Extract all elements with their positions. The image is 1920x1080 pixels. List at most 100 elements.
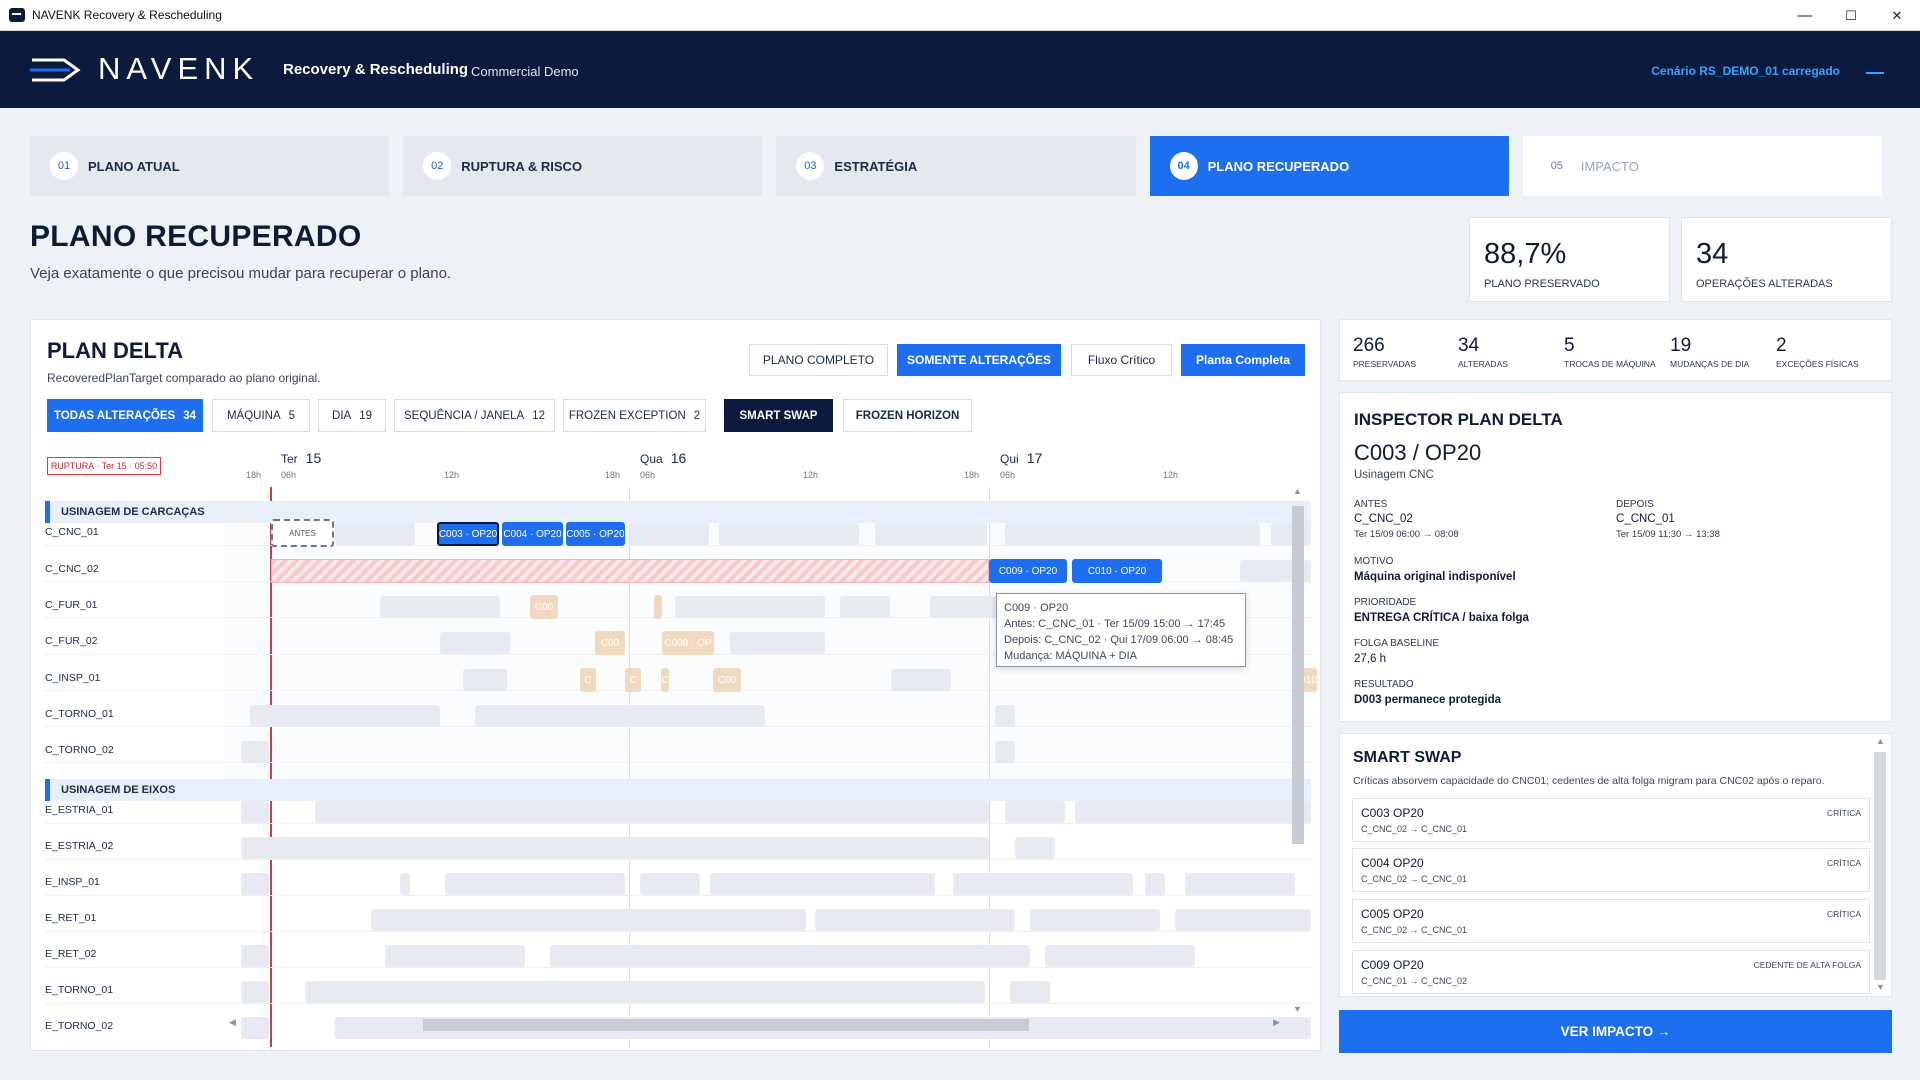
step-plano-atual[interactable]: 01 PLANO ATUAL	[30, 136, 390, 196]
operation-changed[interactable]: C	[625, 668, 641, 692]
step-plano-recuperado[interactable]: 04 PLANO RECUPERADO	[1149, 136, 1509, 196]
machine-unavailable-zone	[271, 559, 989, 583]
unchanged-operation	[1075, 801, 1311, 823]
filter-frozen-exception[interactable]: FROZEN EXCEPTION 2	[563, 399, 706, 432]
maximize-button[interactable]: ☐	[1828, 0, 1874, 31]
swap-item[interactable]: C009 OP20 C_CNC_01 → C_CNC_02 CEDENTE DE…	[1352, 950, 1870, 994]
filter-label: FROZEN HORIZON	[855, 409, 960, 422]
folga-label: FOLGA BASELINE	[1354, 638, 1440, 649]
swap-operation: C003 OP20	[1361, 806, 1424, 820]
group-label: USINAGEM DE EIXOS	[61, 784, 176, 796]
antes-time: Ter 15/09 06:00 → 08:08	[1354, 529, 1459, 540]
unchanged-operation	[241, 945, 269, 967]
swap-tag: CEDENTE DE ALTA FOLGA	[1753, 960, 1861, 970]
summary-value: 266	[1353, 335, 1385, 356]
operation-changed[interactable]: C00	[530, 595, 558, 619]
operation-changed[interactable]: C00	[713, 668, 741, 692]
ver-impacto-button[interactable]: VER IMPACTO →	[1339, 1010, 1892, 1053]
resultado-value: D003 permanece protegida	[1354, 694, 1502, 706]
close-button[interactable]: ✕	[1874, 0, 1920, 31]
smart-swap-title: SMART SWAP	[1353, 749, 1462, 766]
operation-changed[interactable]: C	[580, 668, 596, 692]
hour-tick: 18h	[964, 470, 980, 480]
summary-value: 5	[1564, 335, 1575, 356]
scroll-down-icon[interactable]: ▼	[1293, 1004, 1302, 1014]
gantt-vertical-scrollbar[interactable]: ▲ ▼	[1290, 486, 1304, 1015]
swap-item[interactable]: C004 OP20 C_CNC_02 → C_CNC_01 CRÍTICA	[1352, 848, 1870, 892]
scroll-up-icon[interactable]: ▲	[1293, 486, 1302, 496]
hour-tick: 18h	[246, 470, 262, 480]
unchanged-operation	[463, 669, 507, 691]
day-number: 16	[670, 450, 687, 466]
unchanged-operation	[241, 981, 269, 1003]
unchanged-operation	[400, 873, 410, 895]
step-estrategia[interactable]: 03 ESTRATÉGIA	[776, 136, 1136, 196]
filter-label: MÁQUINA	[226, 409, 281, 422]
step-number: 05	[1550, 160, 1563, 172]
scroll-left-icon[interactable]: ◀	[229, 1017, 236, 1028]
filter-label: TODAS ALTERAÇÕES	[54, 409, 176, 422]
operation-changed[interactable]: C00	[595, 631, 625, 655]
step-label: ESTRATÉGIA	[834, 158, 918, 174]
filter-maquina[interactable]: MÁQUINA 5	[212, 399, 310, 432]
filter-frozen-horizon[interactable]: FROZEN HORIZON	[843, 399, 972, 432]
summary-label: PRESERVADAS	[1353, 359, 1416, 369]
scroll-down-icon[interactable]: ▼	[1876, 982, 1885, 992]
filter-dia[interactable]: DIA 19	[318, 399, 386, 432]
tooltip-line: C009 · OP20	[1004, 602, 1069, 614]
operation-c010-op20[interactable]: C010 · OP20	[1072, 559, 1162, 583]
menu-icon[interactable]	[1866, 72, 1884, 74]
summary-label: MUDANÇAS DE DIA	[1670, 359, 1750, 369]
operation-c009-op20[interactable]: C009 · OP20	[989, 559, 1067, 583]
step-impacto[interactable]: 05 IMPACTO	[1522, 136, 1883, 196]
group-accent	[45, 501, 50, 523]
unchanged-operation	[1015, 837, 1055, 859]
scrollbar-thumb[interactable]	[423, 1019, 1029, 1031]
plan-delta-subtitle: RecoveredPlanTarget comparado ao plano o…	[47, 371, 321, 385]
scroll-up-icon[interactable]: ▲	[1876, 736, 1885, 746]
scroll-right-icon[interactable]: ▶	[1273, 1017, 1280, 1028]
filter-sequencia-janela[interactable]: SEQUÊNCIA / JANELA 12	[394, 399, 555, 432]
operation-c005-op20[interactable]: C005 · OP20	[566, 522, 625, 546]
swap-move: C_CNC_02 → C_CNC_01	[1361, 824, 1468, 834]
swap-item[interactable]: C003 OP20 C_CNC_02 → C_CNC_01 CRÍTICA	[1352, 798, 1870, 842]
hour-tick: 06h	[281, 470, 297, 480]
operation-c004-op20[interactable]: C004 · OP20	[502, 522, 563, 546]
minimize-button[interactable]: —	[1782, 0, 1828, 31]
change-summary: 266 PRESERVADAS 34 ALTERADAS 5 TROCAS DE…	[1339, 319, 1892, 381]
unchanged-operation	[995, 705, 1015, 727]
filter-count: 5	[288, 409, 296, 422]
inspector-panel: INSPECTOR PLAN DELTA C003 / OP20 Usinage…	[1339, 392, 1892, 722]
view-planta-completa-button[interactable]: Planta Completa	[1181, 344, 1305, 376]
filter-count: 12	[532, 409, 545, 422]
filter-todas-alteracoes[interactable]: TODAS ALTERAÇÕES 34	[47, 399, 203, 432]
operation-c003-op20[interactable]: C003 · OP20	[437, 522, 499, 546]
swap-tag: CRÍTICA	[1827, 858, 1861, 868]
unchanged-operation	[730, 632, 825, 654]
unchanged-operation	[371, 909, 806, 931]
step-ruptura-risco[interactable]: 02 RUPTURA & RISCO	[403, 136, 763, 196]
summary-label: ALTERADAS	[1458, 359, 1508, 369]
row-label: E_TORNO_02	[45, 1020, 114, 1032]
view-somente-alteracoes-button[interactable]: SOMENTE ALTERAÇÕES	[897, 344, 1061, 376]
smart-swap-scrollbar[interactable]: ▲ ▼	[1871, 734, 1889, 996]
gantt-horizontal-scrollbar[interactable]: ◀ ▶	[227, 1017, 1287, 1031]
scrollbar-thumb[interactable]	[1292, 506, 1304, 844]
unchanged-operation	[1185, 873, 1295, 895]
step-label: IMPACTO	[1580, 158, 1639, 174]
scrollbar-thumb[interactable]	[1874, 752, 1886, 980]
view-plano-completo-button[interactable]: PLANO COMPLETO	[749, 344, 888, 376]
row-divider	[45, 967, 1311, 968]
plan-delta-panel: PLAN DELTA RecoveredPlanTarget comparado…	[30, 319, 1321, 1051]
filter-smart-swap[interactable]: SMART SWAP	[724, 399, 833, 432]
swap-item[interactable]: C005 OP20 C_CNC_02 → C_CNC_01 CRÍTICA	[1352, 899, 1870, 943]
view-fluxo-critico-button[interactable]: Fluxo Crítico	[1071, 344, 1172, 376]
operation-changed[interactable]	[654, 595, 662, 619]
day-label-ter: Ter 15	[281, 450, 321, 466]
operation-changed[interactable]: C	[661, 668, 669, 692]
row-label: E_RET_01	[45, 912, 97, 924]
tooltip-line: Antes: C_CNC_01 · Ter 15/09 15:00 → 17:4…	[1004, 618, 1226, 630]
summary-value: 2	[1776, 335, 1787, 356]
operation-changed[interactable]: C008 · OP	[662, 631, 714, 655]
inspector-operation: C003 / OP20	[1354, 440, 1482, 465]
